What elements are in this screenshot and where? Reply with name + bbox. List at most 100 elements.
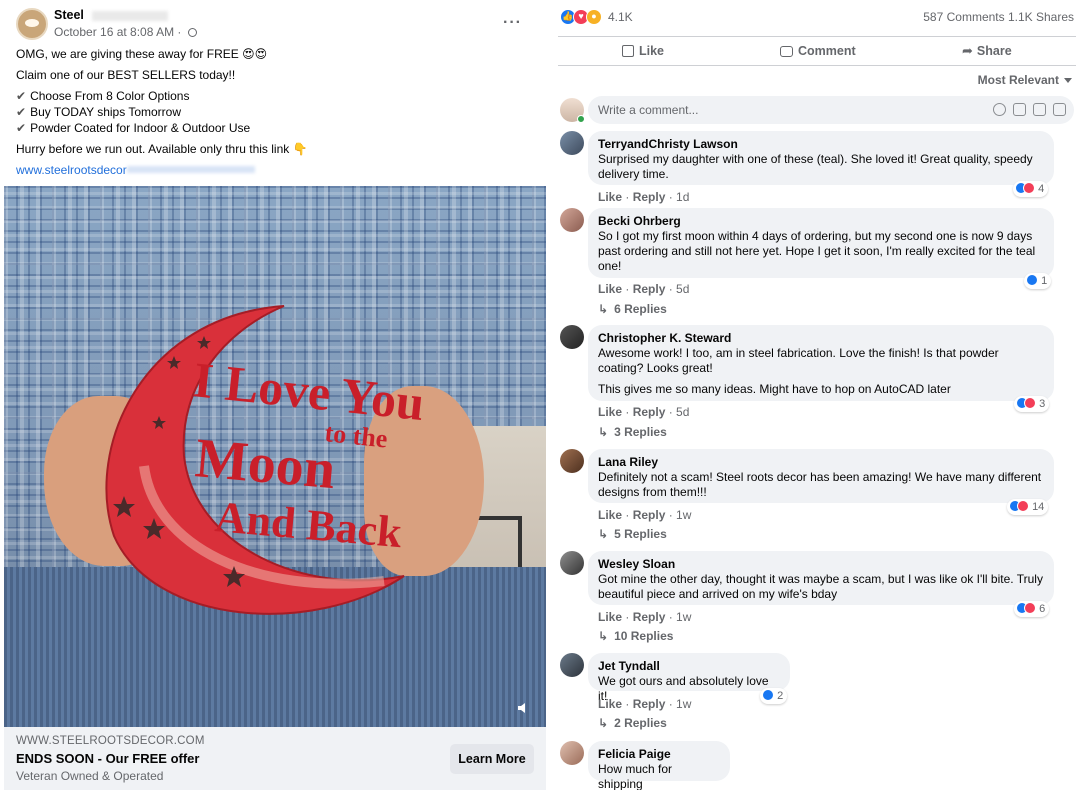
online-status-icon [577, 115, 585, 123]
commenter-avatar[interactable] [560, 131, 584, 155]
replies-count: 6 Replies [614, 302, 667, 316]
comments-shares-count[interactable]: 587 Comments 1.1K Shares [923, 10, 1074, 24]
comment-time[interactable]: 1d [676, 190, 689, 204]
comment-reply-link[interactable]: Reply [633, 697, 666, 711]
comment-like-link[interactable]: Like [598, 508, 622, 522]
comment-reactions[interactable]: 3 [1014, 396, 1050, 412]
like-button[interactable]: Like [622, 37, 664, 65]
commenter-name[interactable]: Jet Tyndall [598, 659, 780, 674]
comment-reactions[interactable]: 6 [1014, 601, 1050, 617]
post-image[interactable]: I Love You to the Moon And Back [4, 186, 546, 727]
view-replies-link[interactable]: ↳ 10 Replies [598, 629, 673, 643]
comment-reply-link[interactable]: Reply [633, 508, 666, 522]
view-replies-link[interactable]: ↳ 2 Replies [598, 716, 667, 730]
comment-reactions[interactable]: 1 [1024, 273, 1052, 289]
comment-text: past ordering and still not here yet. Ho… [598, 244, 1036, 258]
comment-text: delivery time. [598, 167, 669, 181]
reply-arrow-icon: ↳ [598, 302, 609, 316]
comment-like-link[interactable]: Like [598, 405, 622, 419]
commenter-avatar[interactable] [560, 551, 584, 575]
commenter-name[interactable]: Wesley Sloan [598, 557, 1044, 572]
check-icon: ✔ [16, 121, 27, 135]
globe-icon [187, 28, 197, 37]
commenter-avatar[interactable] [560, 653, 584, 677]
comment-reply-link[interactable]: Reply [633, 405, 666, 419]
sort-label: Most Relevant [977, 73, 1059, 87]
redacted-link [126, 166, 255, 173]
replies-count: 2 Replies [614, 716, 667, 730]
speaker-icon[interactable] [516, 701, 530, 715]
comment-label: Comment [798, 44, 856, 58]
comment-reply-link[interactable]: Reply [633, 282, 666, 296]
comment-meta: Like · Reply · 1w [598, 610, 692, 624]
gif-icon[interactable] [1033, 103, 1046, 116]
comment-reactions[interactable]: 2 [760, 688, 788, 704]
comment-time[interactable]: 1w [676, 697, 691, 711]
comment-like-link[interactable]: Like [598, 190, 622, 204]
learn-more-button[interactable]: Learn More [450, 744, 534, 774]
sticker-icon[interactable] [1053, 103, 1066, 116]
comment-reply-link[interactable]: Reply [633, 190, 666, 204]
post-link[interactable]: www.steelrootsdecor [16, 163, 127, 177]
commenter-avatar[interactable] [560, 325, 584, 349]
ad-footer[interactable]: WWW.STEELROOTSDECOR.COM ENDS SOON - Our … [4, 727, 546, 790]
commenter-avatar[interactable] [560, 449, 584, 473]
post-date[interactable]: October 16 at 8:08 AM · [54, 25, 197, 39]
reactions-summary[interactable]: 👍 ♥ ● 4.1K 587 Comments 1.1K Shares [558, 8, 1076, 28]
comment-icon [780, 46, 793, 57]
comment-bubble: Becki Ohrberg So I got my first moon wit… [588, 208, 1054, 278]
wow-reaction-icon: ● [586, 9, 602, 25]
comment-react-count: 3 [1039, 398, 1046, 410]
more-options-icon[interactable]: ··· [503, 14, 522, 32]
comment-reactions[interactable]: 14 [1007, 499, 1049, 515]
comment-reply-link[interactable]: Reply [633, 610, 666, 624]
share-label: Share [976, 44, 1012, 58]
comment-like-link[interactable]: Like [598, 697, 622, 711]
comment-time[interactable]: 1w [676, 508, 691, 522]
comment-bubble: Wesley Sloan Got mine the other day, tho… [588, 551, 1054, 605]
commenter-avatar[interactable] [560, 208, 584, 232]
caret-down-icon [1064, 78, 1072, 83]
post-line-2: Claim one of our BEST SELLERS today!! [16, 68, 236, 82]
share-button[interactable]: ➦ Share [962, 37, 1012, 65]
page-avatar[interactable] [16, 8, 48, 40]
comment-bubble: TerryandChristy Lawson Surprised my daug… [588, 131, 1054, 185]
post-date-text[interactable]: October 16 at 8:08 AM · [54, 25, 185, 39]
comment-bubble: Felicia Paige How much for shipping [588, 741, 730, 790]
view-replies-link[interactable]: ↳ 3 Replies [598, 425, 667, 439]
reaction-icons[interactable]: 👍 ♥ ● [560, 8, 606, 26]
redacted-name [92, 11, 168, 21]
commenter-name[interactable]: Christopher K. Steward [598, 331, 1044, 346]
page-name[interactable]: Steel [54, 8, 84, 22]
post-line-1: OMG, we are giving these away for FREE 😍… [16, 47, 268, 61]
view-replies-link[interactable]: ↳ 5 Replies [598, 527, 667, 541]
comment-like-link[interactable]: Like [598, 282, 622, 296]
comment-time[interactable]: 5d [676, 282, 689, 296]
commenter-avatar[interactable] [560, 741, 584, 765]
thumbs-up-icon [622, 45, 634, 57]
comment-reactions[interactable]: 4 [1013, 181, 1049, 197]
reply-arrow-icon: ↳ [598, 716, 609, 730]
comment-bubble: Lana Riley Definitely not a scam! Steel … [588, 449, 1054, 503]
comment-like-link[interactable]: Like [598, 610, 622, 624]
sign-text-1: I Love You [191, 351, 427, 431]
commenter-name[interactable]: Felicia Paige [598, 747, 720, 762]
sort-dropdown[interactable]: Most Relevant [978, 73, 1072, 87]
comment-meta: Like · Reply · 1d [598, 190, 690, 204]
commenter-name[interactable]: Lana Riley [598, 455, 1044, 470]
comment-react-count: 6 [1039, 603, 1046, 615]
comment-react-count: 2 [777, 690, 784, 702]
commenter-name[interactable]: Becki Ohrberg [598, 214, 1044, 229]
view-replies-link[interactable]: ↳ 6 Replies [598, 302, 667, 316]
post-link-row[interactable]: www.steelrootsdecor [16, 162, 536, 178]
commenter-name[interactable]: TerryandChristy Lawson [598, 137, 1044, 152]
camera-icon[interactable] [1013, 103, 1026, 116]
comment-button[interactable]: Comment [780, 37, 856, 65]
comment-time[interactable]: 5d [676, 405, 689, 419]
ad-title[interactable]: ENDS SOON - Our FREE offer [16, 751, 199, 766]
emoji-icon[interactable] [993, 103, 1006, 116]
love-reaction-icon [1023, 182, 1035, 194]
reaction-count[interactable]: 4.1K [608, 10, 633, 24]
like-reaction-icon [762, 689, 774, 701]
comment-time[interactable]: 1w [676, 610, 691, 624]
